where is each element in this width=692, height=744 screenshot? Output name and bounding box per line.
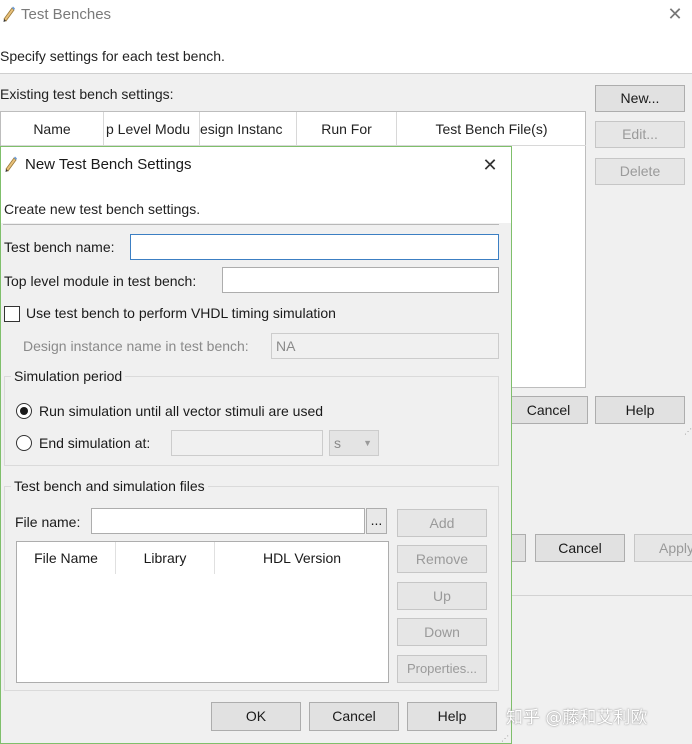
time-unit-value: s <box>334 435 341 451</box>
dialog-header: Create new test bench settings. <box>1 183 511 223</box>
cancel-button[interactable]: Cancel <box>309 702 399 731</box>
new-test-bench-settings-dialog: New Test Bench Settings ✕ Create new tes… <box>0 146 512 744</box>
top-level-module-label: Top level module in test bench: <box>4 273 197 289</box>
help-button[interactable]: Help <box>407 702 497 731</box>
test-bench-name-label: Test bench name: <box>4 239 115 255</box>
test-benches-header: Specify settings for each test bench. <box>0 30 692 74</box>
column-header-design-instance[interactable]: esign Instanc <box>200 112 297 146</box>
column-header-hdl-version[interactable]: HDL Version <box>215 542 389 574</box>
column-header-top-level-module[interactable]: p Level Modu <box>104 112 200 146</box>
watermark: 知乎 @藤和艾利欧 <box>506 708 648 728</box>
simulation-files-title: Test bench and simulation files <box>11 478 208 494</box>
delete-button[interactable]: Delete <box>595 158 685 185</box>
test-benches-titlebar: Test Benches ✕ <box>0 0 692 30</box>
design-instance-label: Design instance name in test bench: <box>23 338 249 354</box>
column-header-name[interactable]: Name <box>1 112 104 146</box>
bg-help-button[interactable]: Help <box>595 396 685 424</box>
vhdl-timing-checkbox-label[interactable]: Use test bench to perform VHDL timing si… <box>26 305 336 321</box>
dialog-subtitle: Create new test bench settings. <box>4 201 201 217</box>
test-benches-title: Test Benches <box>21 6 112 23</box>
header-divider <box>3 224 499 225</box>
end-simulation-label[interactable]: End simulation at: <box>39 435 150 451</box>
new-test-bench-titlebar: New Test Bench Settings ✕ <box>1 147 511 183</box>
run-until-radio[interactable] <box>16 403 32 419</box>
vhdl-timing-checkbox[interactable] <box>4 306 20 322</box>
test-bench-name-input[interactable] <box>130 234 499 260</box>
down-button[interactable]: Down <box>397 618 487 646</box>
existing-settings-label: Existing test bench settings: <box>0 86 174 102</box>
remove-button[interactable]: Remove <box>397 545 487 573</box>
resize-grip[interactable]: ⋰ <box>501 735 509 743</box>
column-header-library[interactable]: Library <box>116 542 215 574</box>
chevron-down-icon: ▼ <box>363 438 372 448</box>
browse-button[interactable]: ... <box>366 508 387 534</box>
resize-grip[interactable]: ⋰ <box>684 428 692 436</box>
end-simulation-radio[interactable] <box>16 435 32 451</box>
close-icon[interactable]: ✕ <box>664 3 686 25</box>
bg-ok-button-edge[interactable] <box>510 534 526 562</box>
bg-cancel-button[interactable]: Cancel <box>510 396 588 424</box>
column-header-test-bench-files[interactable]: Test Bench File(s) <box>397 112 586 146</box>
divider <box>510 595 692 596</box>
time-unit-select[interactable]: s ▼ <box>329 430 379 456</box>
end-simulation-time-input[interactable] <box>171 430 323 456</box>
properties-button[interactable]: Properties... <box>397 655 487 683</box>
up-button[interactable]: Up <box>397 582 487 610</box>
test-benches-subtitle: Specify settings for each test bench. <box>0 48 225 64</box>
new-button[interactable]: New... <box>595 85 685 112</box>
bg-footer-cancel-button[interactable]: Cancel <box>535 534 625 562</box>
close-icon[interactable]: ✕ <box>479 154 501 176</box>
bg-apply-button[interactable]: Apply <box>634 534 692 562</box>
column-header-file-name[interactable]: File Name <box>17 542 116 574</box>
file-name-label: File name: <box>15 514 81 530</box>
simulation-period-title: Simulation period <box>11 368 126 384</box>
pencil-icon <box>5 156 17 172</box>
radio-selected-dot <box>20 407 28 415</box>
add-button[interactable]: Add <box>397 509 487 537</box>
dialog-title: New Test Bench Settings <box>25 156 192 173</box>
existing-settings-table-header: Name p Level Modu esign Instanc Run For … <box>1 112 586 146</box>
column-header-run-for[interactable]: Run For <box>297 112 397 146</box>
top-level-module-input[interactable] <box>222 267 499 293</box>
files-table[interactable]: File Name Library HDL Version <box>16 541 389 683</box>
design-instance-input[interactable]: NA <box>271 333 499 359</box>
ok-button[interactable]: OK <box>211 702 301 731</box>
edit-button[interactable]: Edit... <box>595 121 685 148</box>
run-until-label[interactable]: Run simulation until all vector stimuli … <box>39 403 323 419</box>
file-name-input[interactable] <box>91 508 365 534</box>
pencil-icon <box>3 6 15 22</box>
